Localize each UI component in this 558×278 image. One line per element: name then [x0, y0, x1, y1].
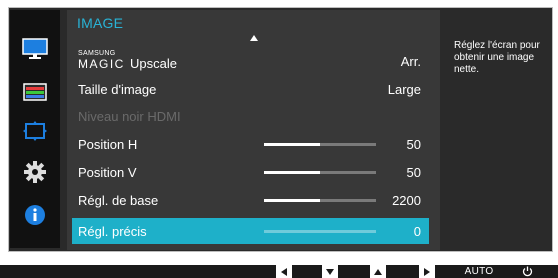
- magic-text: MAGIC: [78, 57, 125, 71]
- menu-item-position-v[interactable]: Position V 50: [72, 159, 429, 185]
- slider-track[interactable]: [264, 199, 376, 202]
- power-icon: [522, 266, 532, 277]
- slider-fill: [264, 143, 320, 146]
- slider-fill: [264, 199, 320, 202]
- power-button[interactable]: [520, 265, 534, 278]
- left-button[interactable]: [276, 265, 292, 278]
- menu-item-coarse[interactable]: Régl. de base 2200: [72, 187, 429, 213]
- menu-item-value: 2200: [392, 193, 421, 208]
- monitor-icon[interactable]: [10, 32, 60, 66]
- menu-title: IMAGE: [77, 15, 124, 31]
- info-icon[interactable]: [10, 198, 60, 232]
- menu-item-image-size[interactable]: Taille d'image Large: [72, 76, 429, 102]
- slider-track[interactable]: [264, 171, 376, 174]
- menu-item-label: Régl. précis: [78, 224, 147, 239]
- image-menu-panel: IMAGE SAMSUNG MAGIC Upscale Arr. Taille …: [67, 10, 440, 250]
- scroll-up-indicator[interactable]: [67, 35, 440, 45]
- menu-item-label: Niveau noir HDMI: [78, 109, 181, 124]
- slider-track[interactable]: [264, 230, 376, 233]
- menu-item-label: Position H: [78, 137, 138, 152]
- menu-item-label: Taille d'image: [78, 82, 157, 97]
- color-settings-icon[interactable]: [10, 75, 60, 109]
- up-button[interactable]: [370, 265, 386, 278]
- menu-item-hdmi-black-level: Niveau noir HDMI: [72, 103, 429, 129]
- resize-icon[interactable]: [10, 114, 60, 148]
- menu-item-label: Position V: [78, 165, 137, 180]
- menu-item-label: Upscale: [130, 56, 177, 71]
- right-arrow-icon: [419, 265, 435, 278]
- auto-label: AUTO: [464, 266, 494, 277]
- slider-fill: [264, 171, 320, 174]
- menu-item-value: Large: [387, 82, 421, 97]
- menu-item-value: Arr.: [400, 54, 421, 69]
- navigation-bar: AUTO: [0, 265, 558, 278]
- slider-track[interactable]: [264, 143, 376, 146]
- menu-item-fine[interactable]: Régl. précis 0: [72, 218, 429, 244]
- menu-item-position-h[interactable]: Position H 50: [72, 131, 429, 157]
- help-panel: Réglez l'écran pour obtenir une image ne…: [447, 10, 551, 250]
- down-arrow-icon: [322, 265, 338, 278]
- down-button[interactable]: [322, 265, 338, 278]
- menu-item-value: 50: [406, 165, 421, 180]
- magic-brand-label: SAMSUNG MAGIC: [78, 50, 125, 70]
- menu-item-magic-upscale[interactable]: SAMSUNG MAGIC Upscale Arr.: [72, 48, 429, 74]
- menu-item-label: Régl. de base: [78, 193, 159, 208]
- menu-item-value: 50: [406, 137, 421, 152]
- auto-button[interactable]: AUTO: [464, 265, 494, 278]
- up-arrow-icon: [370, 265, 386, 278]
- left-arrow-icon: [276, 265, 292, 278]
- scroll-up-icon: [249, 35, 258, 41]
- gear-icon[interactable]: [10, 155, 60, 189]
- help-text: Réglez l'écran pour obtenir une image ne…: [454, 40, 540, 75]
- menu-item-value: 0: [413, 224, 421, 239]
- right-button[interactable]: [419, 265, 435, 278]
- category-sidebar: [10, 10, 60, 248]
